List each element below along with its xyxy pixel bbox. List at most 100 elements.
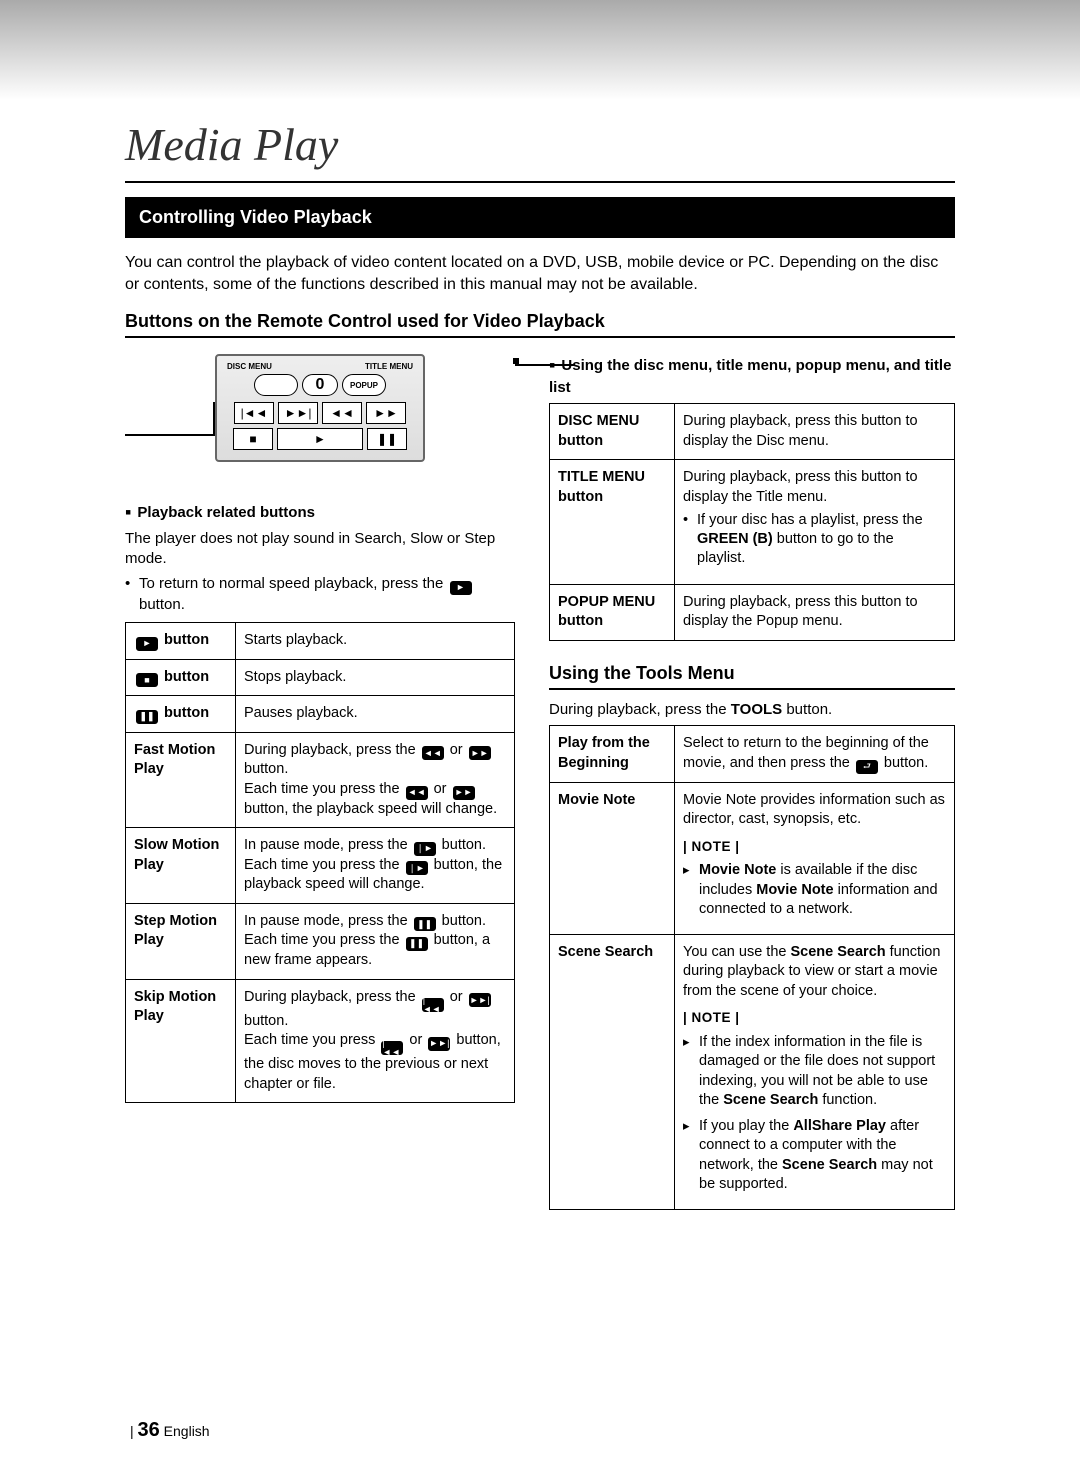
- page-content: Media Play Controlling Video Playback Yo…: [0, 118, 1080, 1230]
- menu-buttons-table: DISC MENU button During playback, press …: [549, 403, 955, 641]
- slow-motion-label: Slow Motion Play: [126, 828, 236, 904]
- t: or: [446, 742, 467, 758]
- play-beginning-desc: Select to return to the beginning of the…: [675, 726, 955, 782]
- leader-line-right: [515, 364, 575, 366]
- remote-diagram: DISC MENU TITLE MENU 0 POPUP |◄◄ ►►| ◄◄ …: [215, 354, 515, 462]
- title-underline: [125, 181, 955, 183]
- skip-motion-label: Skip Motion Play: [126, 979, 236, 1103]
- t: During playback, press the: [244, 989, 420, 1005]
- page-footer: | 36 English: [130, 1419, 210, 1442]
- t: During playback, press this button to di…: [683, 469, 918, 505]
- title-menu-label: TITLE MENU button: [550, 460, 675, 585]
- rewind-icon: ◄◄: [406, 786, 428, 800]
- skip-back-icon: |◄◄: [422, 998, 444, 1012]
- b: Scene Search: [791, 944, 886, 960]
- t: Each time you press the: [244, 932, 404, 948]
- play-icon: ►: [136, 637, 158, 651]
- t: Movie Note provides information such as …: [683, 792, 945, 828]
- remote-title-menu-label: TITLE MENU: [365, 362, 413, 371]
- t: button, the playback speed will change.: [244, 801, 497, 817]
- t: In pause mode, press the: [244, 837, 412, 853]
- t: button.: [244, 1013, 288, 1029]
- step-motion-desc: In pause mode, press the ❚❚ button. Each…: [236, 903, 515, 979]
- remote-disc-menu-label: DISC MENU: [227, 362, 272, 371]
- green-b: GREEN (B): [697, 531, 773, 547]
- disc-menu-label: DISC MENU button: [550, 404, 675, 460]
- section-bar: Controlling Video Playback: [125, 197, 955, 238]
- t: If you play the: [699, 1118, 793, 1134]
- t: During playback, press the: [549, 701, 731, 718]
- t: function.: [818, 1092, 877, 1108]
- fast-motion-desc: During playback, press the ◄◄ or ►► butt…: [236, 732, 515, 827]
- b: Scene Search: [723, 1092, 818, 1108]
- fast-fwd-icon: ►►: [453, 786, 475, 800]
- b: Movie Note: [756, 882, 833, 898]
- rewind-icon: ◄◄: [322, 402, 362, 424]
- t: or: [446, 989, 467, 1005]
- page-number: 36: [138, 1419, 160, 1441]
- skip-back-icon: |◄◄: [381, 1041, 403, 1055]
- step-motion-label: Step Motion Play: [126, 903, 236, 979]
- disc-menu-desc: During playback, press this button to di…: [675, 404, 955, 460]
- pause-icon: ❚❚: [136, 710, 158, 724]
- desc: Starts playback.: [236, 623, 515, 660]
- t: Each time you press the: [244, 857, 404, 873]
- desc: Stops playback.: [236, 659, 515, 696]
- scene-search-desc: You can use the Scene Search function du…: [675, 934, 955, 1209]
- t: If your disc has a playlist, press the: [697, 512, 923, 528]
- t: During playback, press the: [244, 742, 420, 758]
- tools-bold: TOOLS: [731, 701, 782, 718]
- movie-note-label: Movie Note: [550, 782, 675, 934]
- enter-icon: ⮐: [856, 760, 878, 774]
- skip-back-icon: |◄◄: [234, 402, 274, 424]
- scene-search-label: Scene Search: [550, 934, 675, 1209]
- header-gradient: [0, 0, 1080, 100]
- t: or: [430, 781, 451, 797]
- play-beginning-label: Play from the Beginning: [550, 726, 675, 782]
- b: Scene Search: [782, 1157, 877, 1173]
- remote-zero-button: 0: [302, 374, 338, 396]
- tools-intro: During playback, press the TOOLS button.: [549, 700, 955, 720]
- tools-menu-table: Play from the Beginning Select to return…: [549, 725, 955, 1210]
- t: button.: [880, 755, 928, 771]
- b: Movie Note: [699, 862, 776, 878]
- skip-fwd-icon: ►►|: [469, 993, 491, 1007]
- t: Each time you press the: [244, 781, 404, 797]
- fast-fwd-icon: ►►: [366, 402, 406, 424]
- remote-popup-button: POPUP: [342, 374, 386, 396]
- text: button.: [139, 596, 185, 613]
- play-icon: ►: [450, 581, 472, 595]
- page-title: Media Play: [125, 118, 955, 171]
- t: Each time you press: [244, 1032, 379, 1048]
- text: To return to normal speed playback, pres…: [139, 575, 448, 592]
- slow-fwd-icon: ❘►: [406, 861, 428, 875]
- t: In pause mode, press the: [244, 913, 412, 929]
- pause-icon: ❚❚: [367, 428, 407, 450]
- playback-note: The player does not play sound in Search…: [125, 529, 515, 568]
- t: button.: [438, 837, 486, 853]
- t: button.: [438, 913, 486, 929]
- skip-fwd-icon: ►►|: [428, 1037, 450, 1051]
- slow-fwd-icon: ❘►: [414, 842, 436, 856]
- fast-motion-label: Fast Motion Play: [126, 732, 236, 827]
- subheading: Buttons on the Remote Control used for V…: [125, 311, 955, 338]
- t: or: [405, 1032, 426, 1048]
- note-label: | NOTE |: [683, 838, 946, 856]
- title-menu-desc: During playback, press this button to di…: [675, 460, 955, 585]
- leader-line-left: [125, 434, 215, 436]
- return-normal-bullet: To return to normal speed playback, pres…: [125, 574, 515, 614]
- play-icon: ►: [277, 428, 363, 450]
- popup-menu-label: POPUP MENU button: [550, 584, 675, 640]
- t: button.: [244, 761, 288, 777]
- playback-buttons-table: ► button Starts playback. ■ button Stops…: [125, 622, 515, 1103]
- t: button.: [782, 701, 832, 718]
- note-label: | NOTE |: [683, 1009, 946, 1027]
- playback-buttons-heading: Playback related buttons: [125, 502, 515, 523]
- stop-icon: ■: [233, 428, 273, 450]
- label-text: button: [160, 705, 209, 721]
- skip-motion-desc: During playback, press the |◄◄ or ►►| bu…: [236, 979, 515, 1103]
- movie-note-desc: Movie Note provides information such as …: [675, 782, 955, 934]
- desc: Pauses playback.: [236, 696, 515, 733]
- menu-usage-heading: Using the disc menu, title menu, popup m…: [549, 354, 955, 397]
- fast-fwd-icon: ►►: [469, 746, 491, 760]
